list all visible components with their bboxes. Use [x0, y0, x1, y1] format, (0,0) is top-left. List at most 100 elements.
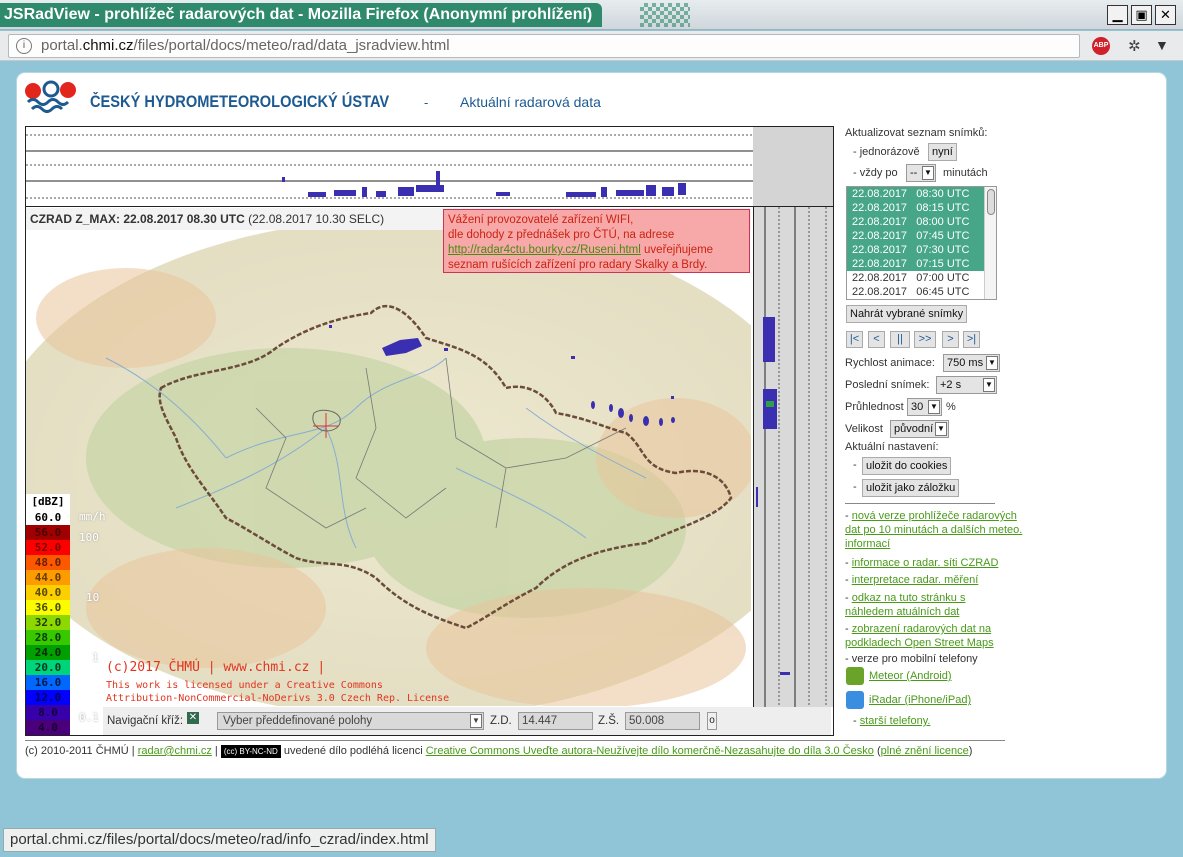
snapshot-item[interactable]: 22.08.2017 08:00 UTC	[847, 215, 984, 229]
side-profile-panel	[753, 127, 833, 707]
cc-badge[interactable]: (cc) BY-NC-ND	[220, 744, 281, 758]
radar-map[interactable]	[26, 208, 751, 706]
chevron-down-icon: ▼	[935, 422, 947, 436]
legend-unit: mm/h	[79, 510, 106, 523]
maximize-button[interactable]: ▣	[1131, 5, 1152, 25]
mobile-label: verze pro mobilní telefony	[851, 653, 978, 665]
nav-cross-checkbox[interactable]: ✕	[187, 712, 199, 724]
wifi-notice-line1: Vážení provozovatelé zařízení WIFI,	[448, 214, 634, 226]
menu-icon[interactable]: ▼	[1155, 37, 1169, 53]
window-title: JSRadView - prohlížeč radarových dat - M…	[0, 3, 603, 27]
snapshot-item[interactable]: 22.08.2017 07:00 UTC	[847, 271, 984, 285]
snapshot-item[interactable]: 22.08.2017 07:45 UTC	[847, 229, 984, 243]
snapshot-date: 22.08.2017	[852, 202, 908, 214]
link-network-info-item: - informace o radar. síti CZRAD	[845, 557, 999, 569]
now-button[interactable]: nyní	[928, 143, 957, 161]
info-icon[interactable]: i	[16, 38, 32, 54]
legend-row: 12.0	[26, 690, 70, 705]
minimize-button[interactable]: ▁	[1107, 5, 1128, 25]
footer-license-link[interactable]: Creative Commons Uveďte autora-Neužívejt…	[426, 745, 874, 757]
lat-input[interactable]: 50.008	[625, 712, 700, 730]
android-icon[interactable]	[846, 667, 864, 685]
titlebar-pattern	[640, 3, 690, 27]
pause-button[interactable]: ||	[890, 331, 910, 348]
snapshot-date: 22.08.2017	[852, 188, 908, 200]
snapshot-date: 22.08.2017	[852, 272, 908, 284]
first-frame-button[interactable]: |<	[846, 331, 863, 348]
snapshot-item[interactable]: 22.08.2017 08:15 UTC	[847, 201, 984, 215]
chevron-down-icon: ▼	[470, 714, 482, 728]
snapshot-scrollbar[interactable]	[984, 187, 996, 299]
legend-title: [dBZ]	[26, 494, 70, 510]
last-frame-select[interactable]: +2 s ▼	[936, 376, 997, 394]
opacity-select[interactable]: 30 ▼	[907, 398, 942, 416]
link-older-phones[interactable]: starší telefony.	[860, 715, 931, 727]
link-interpretation[interactable]: interpretace radar. měření	[852, 574, 979, 586]
position-select[interactable]: Vyber předdefinované polohy ▼	[217, 712, 484, 730]
prev-frame-button[interactable]: <	[868, 331, 885, 348]
status-bar: portal.chmi.cz/files/portal/docs/meteo/r…	[3, 828, 436, 852]
snapshot-time: 08:30 UTC	[916, 188, 970, 200]
speed-select[interactable]: 750 ms ▼	[943, 354, 1000, 372]
url-field[interactable]: i portal.chmi.cz/files/portal/docs/meteo…	[8, 34, 1080, 58]
size-select[interactable]: původní ▼	[890, 420, 949, 438]
snapshot-list[interactable]: 22.08.2017 08:30 UTC 22.08.2017 08:15 UTC…	[846, 186, 997, 300]
link-osm[interactable]: zobrazení radarových dat na podkladech O…	[845, 623, 994, 649]
mobile-label-item: - verze pro mobilní telefony	[845, 653, 978, 665]
bug-icon[interactable]: ✲	[1128, 37, 1141, 55]
legend-row: 16.0	[26, 675, 70, 690]
footer-copyright: (c) 2010-2011 ČHMÚ |	[25, 745, 135, 757]
iphone-icon[interactable]	[846, 691, 864, 709]
url-host: chmi.cz	[82, 37, 134, 54]
legend-mmh-1: 1	[92, 651, 99, 664]
snapshot-item[interactable]: 22.08.2017 07:30 UTC	[847, 243, 984, 257]
play-button[interactable]: >>	[914, 331, 936, 348]
save-cookies-button[interactable]: uložit do cookies	[862, 457, 952, 475]
wifi-notice-link[interactable]: http://radar4ctu.bourky.cz/Ruseni.html	[448, 244, 641, 256]
link-meteor-android[interactable]: Meteor (Android)	[869, 670, 952, 682]
lon-input[interactable]: 14.447	[518, 712, 593, 730]
link-permalink[interactable]: odkaz na tuto stránku s náhledem atuální…	[845, 592, 965, 618]
footer-license-text: uvedené dílo podléhá licenci	[283, 745, 423, 757]
link-new-version[interactable]: nová verze prohlížeče radarových dat po …	[845, 510, 1022, 550]
top-profile-panel	[26, 127, 753, 207]
every-select[interactable]: -- ▼	[906, 164, 936, 182]
legend-row: 44.0	[26, 570, 70, 585]
snapshot-item[interactable]: 22.08.2017 06:45 UTC	[847, 285, 984, 299]
footer-full-license-link[interactable]: plné znění licence	[881, 745, 969, 757]
legend-mmh-0-1: 0.1	[79, 711, 99, 724]
lat-label: Z.Š.	[598, 715, 620, 727]
snapshot-spacer	[907, 230, 916, 242]
legend-row: 32.0	[26, 615, 70, 630]
snapshot-item[interactable]: 22.08.2017 08:30 UTC	[847, 187, 984, 201]
snapshot-item[interactable]: 22.08.2017 07:15 UTC	[847, 257, 984, 271]
scrollbar-thumb[interactable]	[987, 189, 995, 215]
go-button[interactable]: o	[707, 712, 717, 730]
link-network-info[interactable]: informace o radar. síti CZRAD	[852, 557, 999, 569]
wifi-notice: Vážení provozovatelé zařízení WIFI, dle …	[443, 209, 750, 273]
adblock-icon[interactable]: ABP	[1092, 37, 1110, 55]
next-frame-button[interactable]: >	[942, 331, 959, 348]
legend-row: 4.0	[26, 720, 70, 735]
legend-row: 28.0	[26, 630, 70, 645]
close-button[interactable]: ✕	[1155, 5, 1176, 25]
product-local-time: (22.08.2017 10.30 SELC)	[244, 212, 385, 226]
save-bookmark-button[interactable]: uložit jako záložku	[862, 479, 960, 497]
legend-row: 60.0	[26, 510, 70, 525]
link-iradar[interactable]: iRadar (iPhone/iPad)	[869, 694, 971, 706]
current-settings-label: Aktuální nastavení:	[845, 441, 939, 453]
every-select-value: --	[910, 167, 918, 179]
load-snapshots-button[interactable]: Nahrát vybrané snímky	[846, 305, 968, 323]
snapshot-date: 22.08.2017	[852, 230, 908, 242]
footer-divider	[25, 740, 1005, 741]
snapshot-time: 06:45 UTC	[916, 286, 970, 298]
chevron-down-icon: ▼	[928, 400, 940, 414]
window-titlebar[interactable]: JSRadView - prohlížeč radarových dat - M…	[0, 0, 1183, 30]
footer-email-link[interactable]: radar@chmi.cz	[138, 745, 212, 757]
page-title: Aktuální radarová data	[460, 94, 601, 110]
chevron-down-icon: ▼	[986, 356, 998, 370]
older-phones-item: - starší telefony.	[853, 715, 931, 727]
legend-row: 20.0	[26, 660, 70, 675]
last-frame-button[interactable]: >|	[963, 331, 980, 348]
top-profile-chart	[26, 134, 753, 199]
